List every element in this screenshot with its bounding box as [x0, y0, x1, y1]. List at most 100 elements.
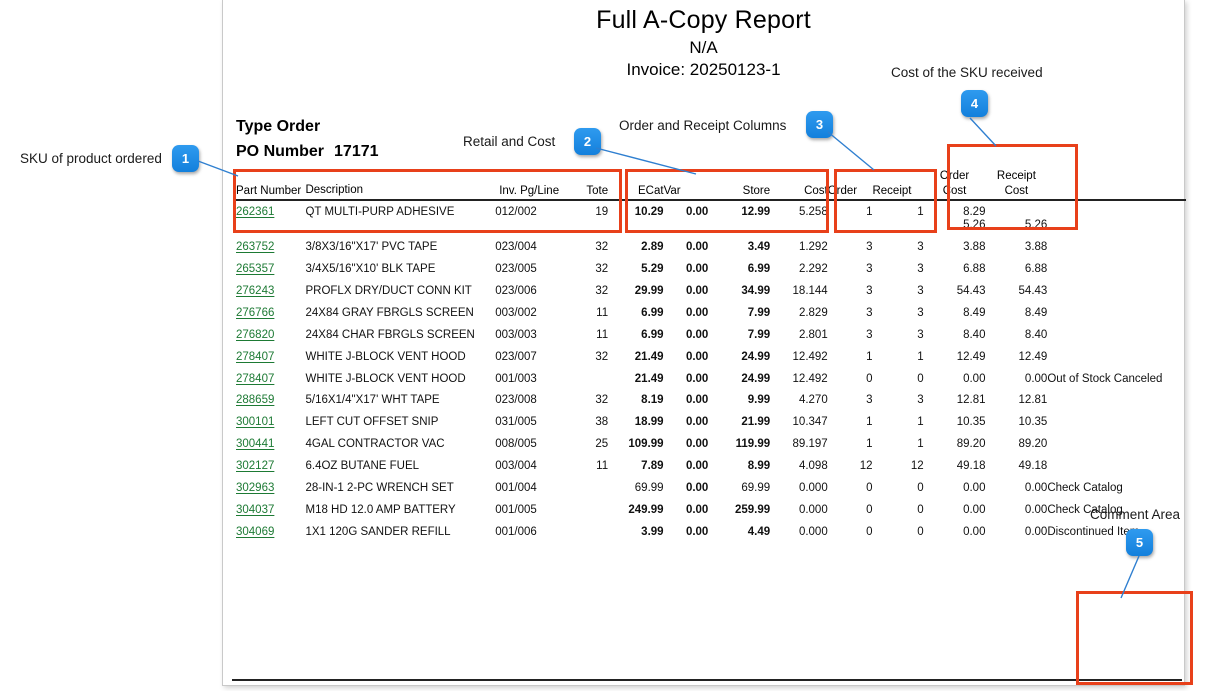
part-number-link[interactable]: 265357: [236, 263, 274, 275]
cell-tote: 32: [595, 241, 609, 254]
cell-description: 24X84 CHAR FBRGLS SCREEN: [305, 328, 475, 341]
col-order: Order: [827, 184, 873, 201]
cell-part-number[interactable]: 300101: [236, 411, 305, 433]
cell-tote: 32: [595, 263, 609, 276]
part-number-link[interactable]: 304037: [236, 504, 274, 516]
cell-description: PROFLX DRY/DUCT CONN KIT: [305, 285, 472, 298]
table-row: 304069 1X1 120G SANDER REFILL 001/006 3.99 0…: [236, 521, 1186, 543]
cell-part-number[interactable]: 288659: [236, 389, 305, 411]
cell-var: 0.00: [685, 416, 709, 429]
cell-part-number[interactable]: 262361: [236, 200, 305, 236]
part-number-link[interactable]: 278407: [236, 351, 274, 363]
part-number-link[interactable]: 300101: [236, 416, 274, 428]
cell-tote: [559, 477, 608, 499]
col-tote: Tote: [559, 184, 609, 201]
cell-description: QT MULTI-PURP ADHESIVE: [305, 205, 455, 218]
part-number-link[interactable]: 263752: [236, 241, 274, 253]
cell-receipt-qty: 3: [917, 328, 924, 341]
cell-comment: [1047, 433, 1186, 455]
cell-store: 69.99: [741, 481, 771, 494]
cell-var: 0.00: [685, 350, 709, 363]
cell-inv-pg-line: 012/002: [495, 205, 537, 218]
cell-description: 28-IN-1 2-PC WRENCH SET: [305, 481, 454, 494]
part-number-link[interactable]: 300441: [236, 438, 274, 450]
report-title: Full A-Copy Report: [596, 6, 811, 34]
cell-cost: 2.292: [798, 263, 828, 276]
cell-part-number[interactable]: 276820: [236, 324, 305, 346]
col-receipt: Receipt: [872, 184, 924, 201]
cell-tote: [559, 368, 608, 390]
cell-var: 0.00: [685, 328, 709, 341]
cell-order-qty: 3: [866, 306, 873, 319]
part-number-link[interactable]: 288659: [236, 394, 274, 406]
cell-store: 12.99: [741, 205, 771, 218]
part-number-link[interactable]: 276766: [236, 307, 274, 319]
cell-inv-pg-line: 001/005: [495, 503, 537, 516]
part-number-link[interactable]: 302127: [236, 460, 274, 472]
cell-part-number[interactable]: 278407: [236, 368, 305, 390]
table-row: 262361 QT MULTI-PURP ADHESIVE 012/002 19 10.…: [236, 200, 1186, 236]
cell-receipt-qty: 3: [917, 394, 924, 407]
cell-comment: [1047, 302, 1186, 324]
cell-tote: 11: [596, 460, 609, 473]
cell-cost: 2.801: [798, 328, 828, 341]
cell-description: WHITE J-BLOCK VENT HOOD: [305, 350, 466, 363]
cell-cost: 4.098: [798, 460, 828, 473]
callout-4-badge: 4: [961, 90, 988, 117]
part-number-link[interactable]: 304069: [236, 526, 274, 538]
callout-5-badge: 5: [1126, 529, 1153, 556]
cell-order-qty: 3: [866, 394, 873, 407]
cell-order-cost: 49.18: [956, 460, 986, 473]
callout-3-label: Order and Receipt Columns: [619, 118, 787, 133]
cell-order-cost: 12.81: [956, 394, 986, 407]
cell-part-number[interactable]: 302963: [236, 477, 305, 499]
cell-receipt-cost: 12.49: [1018, 350, 1048, 363]
part-number-link[interactable]: 276820: [236, 329, 274, 341]
cell-receipt-qty: 1: [917, 205, 924, 218]
cell-var: 0.00: [685, 306, 709, 319]
cell-tote: 25: [595, 438, 609, 451]
type-order-label: Type Order: [236, 118, 321, 135]
table-bottom-rule: [232, 679, 1182, 681]
cell-part-number[interactable]: 278407: [236, 346, 305, 368]
table-row: 302963 28-IN-1 2-PC WRENCH SET 001/004 69.9…: [236, 477, 1186, 499]
cell-description: 5/16X1/4"X17' WHT TAPE: [305, 394, 440, 407]
cell-receipt-cost: 49.18: [1018, 460, 1048, 473]
cell-comment: [1047, 389, 1186, 411]
cell-part-number[interactable]: 300441: [236, 433, 305, 455]
cell-receipt-qty: 0: [917, 372, 924, 385]
cell-part-number[interactable]: 265357: [236, 258, 305, 280]
cell-receipt-cost: 54.43: [1018, 285, 1048, 298]
cell-part-number[interactable]: 263752: [236, 236, 305, 258]
cell-description: 1X1 120G SANDER REFILL: [305, 525, 451, 538]
part-number-link[interactable]: 302963: [236, 482, 274, 494]
cell-comment: [1047, 236, 1186, 258]
cell-cost: 5.258: [798, 205, 828, 218]
cell-part-number[interactable]: 276766: [236, 302, 305, 324]
cell-ecat: 2.89: [641, 241, 664, 254]
cell-part-number[interactable]: 302127: [236, 455, 305, 477]
cell-store: 6.99: [747, 263, 771, 276]
part-number-link[interactable]: 278407: [236, 373, 274, 385]
cell-store: 24.99: [741, 372, 771, 385]
cell-cost: 2.829: [798, 306, 828, 319]
part-number-link[interactable]: 262361: [236, 206, 274, 218]
callout-2-badge: 2: [574, 128, 601, 155]
part-number-link[interactable]: 276243: [236, 285, 274, 297]
report-table: Order Receipt Part Number Description In…: [236, 170, 1186, 543]
cell-order-cost: 8.49: [963, 306, 986, 319]
table-row: 300101 LEFT CUT OFFSET SNIP 031/005 38 18.99…: [236, 411, 1186, 433]
cell-description: LEFT CUT OFFSET SNIP: [305, 416, 439, 429]
cell-part-number[interactable]: 304069: [236, 521, 305, 543]
cell-comment: Out of Stock Canceled: [1047, 372, 1163, 385]
cell-order-cost: 3.88: [963, 241, 986, 254]
cell-receipt-cost: 0.00: [1024, 372, 1048, 385]
cell-receipt-qty: 1: [917, 350, 924, 363]
cell-part-number[interactable]: 304037: [236, 499, 305, 521]
cell-ecat: 29.99: [634, 285, 664, 298]
col-description: Description: [305, 184, 496, 201]
cell-part-number[interactable]: 276243: [236, 280, 305, 302]
cell-var: 0.00: [685, 460, 709, 473]
cell-inv-pg-line: 023/005: [495, 263, 537, 276]
cell-receipt-qty: 12: [910, 460, 924, 473]
